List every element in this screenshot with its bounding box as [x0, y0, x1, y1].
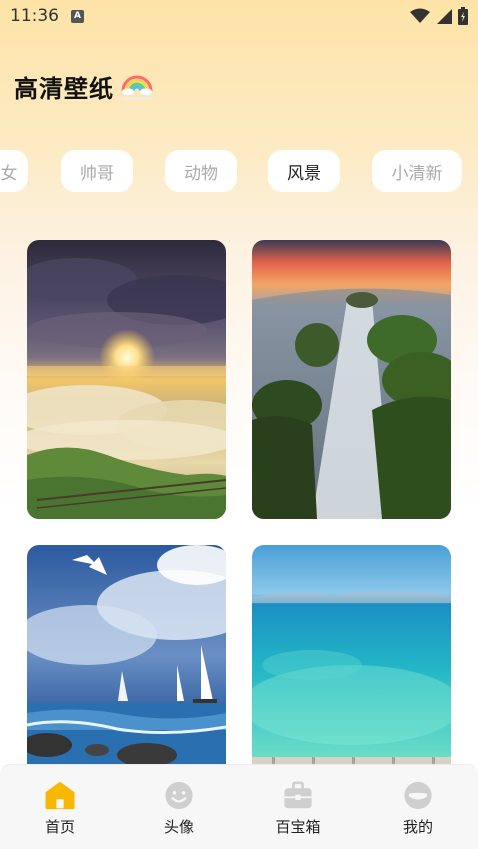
nav-label: 头像	[163, 818, 194, 836]
nav-avatar[interactable]: 头像	[139, 781, 219, 837]
wallpaper-card-waterfall-rocks[interactable]	[252, 240, 451, 519]
signal-icon	[437, 9, 452, 24]
wallpaper-image-sea	[252, 545, 451, 765]
rainbow-icon	[121, 75, 153, 100]
nav-mine[interactable]: 我的	[378, 781, 458, 837]
status-time: 11:36	[10, 6, 59, 26]
tab-label: 帅哥	[80, 163, 114, 184]
profile-icon	[404, 781, 432, 810]
nav-home[interactable]: 首页	[20, 781, 100, 837]
tab-animals[interactable]: 动物	[165, 150, 237, 192]
wallpaper-image-sailboats	[27, 545, 226, 765]
tab-female[interactable]: 女	[0, 150, 28, 192]
category-tabs: 女 帅哥 动物 风景 小清新	[0, 150, 478, 192]
page-title: 高清壁纸	[14, 74, 114, 103]
tab-fresh[interactable]: 小清新	[372, 150, 462, 192]
bottom-nav: 首页 头像 百宝箱 我的	[0, 764, 478, 849]
battery-icon	[458, 7, 468, 25]
nav-label: 首页	[44, 818, 75, 836]
avatar-smile-icon	[165, 781, 193, 810]
nav-toolbox[interactable]: 百宝箱	[258, 781, 338, 837]
wallpaper-card-sunset-clouds[interactable]	[27, 240, 226, 519]
nav-label: 我的	[402, 818, 433, 836]
tab-label: 小清新	[391, 163, 443, 184]
nav-label: 百宝箱	[275, 818, 321, 836]
status-bar: 11:36 A	[0, 0, 478, 32]
wallpaper-image-sunset	[27, 240, 226, 519]
wifi-icon	[410, 8, 430, 23]
tab-scenery[interactable]: 风景	[268, 150, 340, 192]
status-icons	[410, 7, 468, 25]
toolbox-icon	[284, 781, 312, 809]
tab-label: 女	[0, 163, 18, 184]
tab-label: 动物	[184, 163, 218, 184]
wallpaper-image-waterfall	[252, 240, 451, 519]
wallpaper-card-sailboats[interactable]	[27, 545, 226, 765]
notification-a-icon: A	[71, 9, 84, 23]
wallpaper-card-turquoise-sea[interactable]	[252, 545, 451, 765]
home-icon	[45, 781, 75, 810]
tab-label: 风景	[287, 163, 321, 184]
tab-handsome[interactable]: 帅哥	[61, 150, 133, 192]
app-header: 高清壁纸	[14, 68, 154, 104]
